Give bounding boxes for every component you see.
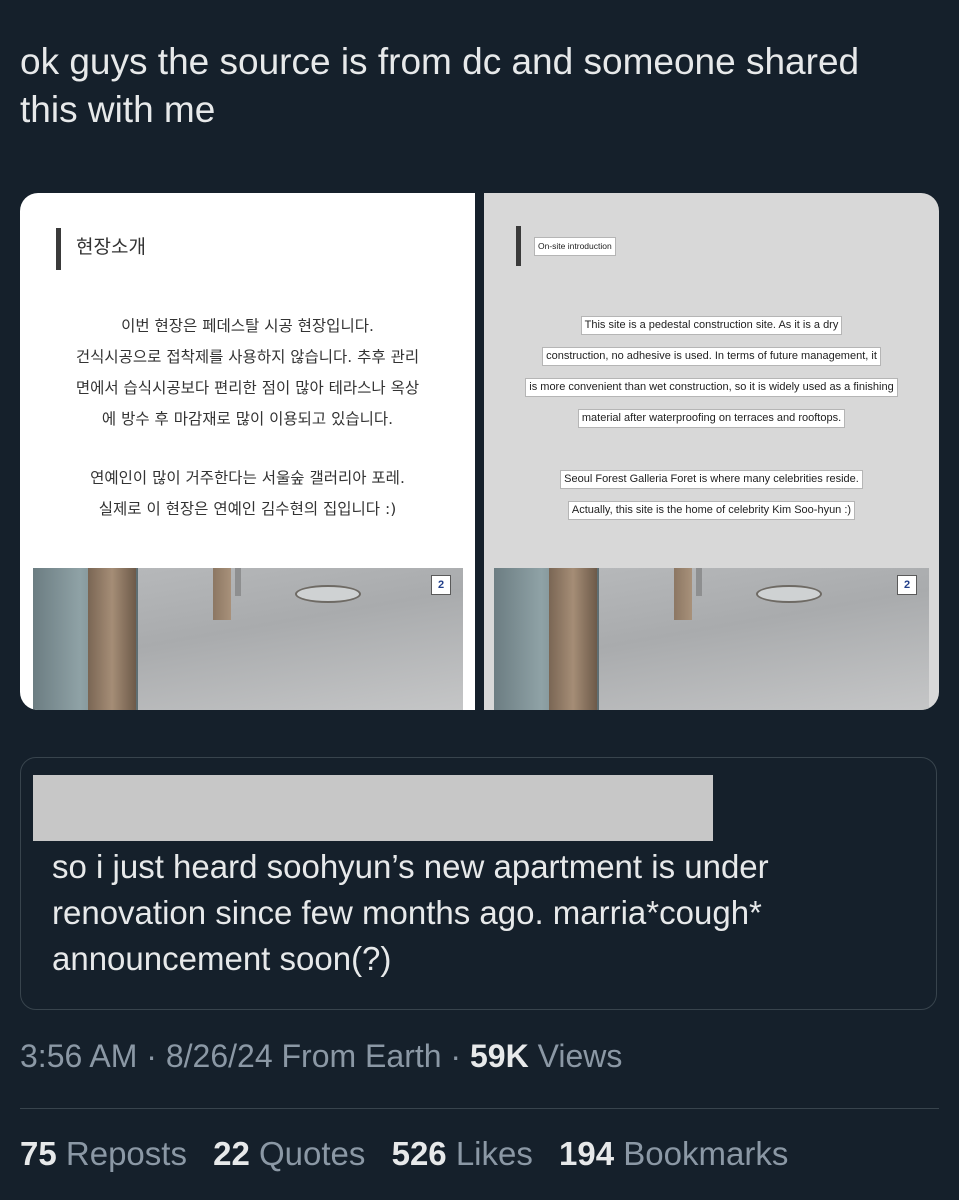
- korean-paragraph-1: 이번 현장은 페데스탈 시공 현장입니다. 건식시공으로 접착제를 사용하지 않…: [40, 311, 455, 435]
- text-line: 건식시공으로 접착제를 사용하지 않습니다. 추후 관리: [75, 348, 420, 366]
- railing-post: [235, 568, 241, 596]
- post-date[interactable]: 8/26/24: [166, 1038, 273, 1074]
- engagement-stats: 75 Reposts 22 Quotes 526 Likes 194 Bookm…: [20, 1135, 805, 1173]
- reposts-link[interactable]: 75 Reposts: [20, 1135, 187, 1172]
- heading-bar: [56, 228, 61, 270]
- text-line: 면에서 습식시공보다 편리한 점이 많아 테라스나 옥상: [75, 379, 420, 397]
- quotes-label: Quotes: [249, 1135, 366, 1172]
- english-paragraph-2: Seoul Forest Galleria Foret is where man…: [494, 464, 929, 526]
- separator: ·: [137, 1038, 166, 1074]
- tweet-media[interactable]: 현장소개 이번 현장은 페데스탈 시공 현장입니다. 건식시공으로 접착제를 사…: [20, 193, 939, 710]
- korean-paragraph-2: 연예인이 많이 거주한다는 서울숲 갤러리아 포레. 실제로 이 현장은 연예인…: [40, 463, 455, 525]
- terrace-photo: 2: [494, 568, 929, 710]
- quoted-post-card[interactable]: so i just heard soohyun’s new apartment …: [20, 757, 937, 1010]
- text-line: 실제로 이 현장은 연예인 김수현의 집입니다 :): [98, 500, 397, 518]
- page-number-badge: 2: [431, 575, 451, 595]
- quotes-link[interactable]: 22 Quotes: [213, 1135, 365, 1172]
- post-metadata: 3:56 AM · 8/26/24 From Earth · 59K Views: [20, 1038, 622, 1075]
- reposts-count: 75: [20, 1135, 57, 1172]
- text-line: 이번 현장은 페데스탈 시공 현장입니다.: [121, 317, 374, 335]
- views-label[interactable]: Views: [529, 1038, 623, 1074]
- tweet-text: ok guys the source is from dc and someon…: [20, 41, 860, 130]
- likes-link[interactable]: 526 Likes: [392, 1135, 533, 1172]
- korean-heading: 현장소개: [76, 236, 146, 258]
- english-paragraph-1: This site is a pedestal construction sit…: [494, 310, 929, 434]
- divider: [20, 1108, 939, 1109]
- korean-screenshot-image[interactable]: 현장소개 이번 현장은 페데스탈 시공 현장입니다. 건식시공으로 접착제를 사…: [20, 193, 475, 710]
- text-line: construction, no adhesive is used. In te…: [542, 347, 881, 366]
- redacted-header: [33, 775, 713, 841]
- pillar: [213, 568, 231, 620]
- door-frame: [88, 568, 136, 710]
- english-heading: On-site introduction: [534, 237, 616, 256]
- text-line: Actually, this site is the home of celeb…: [567, 501, 856, 520]
- views-count[interactable]: 59K: [470, 1038, 529, 1074]
- text-line: is more convenient than wet construction…: [525, 378, 898, 397]
- heading-bar: [516, 226, 521, 266]
- post-source: From Earth: [272, 1038, 442, 1074]
- railing-post: [696, 568, 702, 596]
- post-time[interactable]: 3:56 AM: [20, 1038, 137, 1074]
- text-line: 에 방수 후 마감재로 많이 이용되고 있습니다.: [101, 410, 394, 428]
- bookmarks-label: Bookmarks: [614, 1135, 789, 1172]
- text-line: This site is a pedestal construction sit…: [580, 316, 843, 335]
- quotes-count: 22: [213, 1135, 250, 1172]
- quoted-post-text: so i just heard soohyun’s new apartment …: [52, 848, 769, 977]
- likes-label: Likes: [446, 1135, 533, 1172]
- pillar: [674, 568, 692, 620]
- text-line: Seoul Forest Galleria Foret is where man…: [560, 470, 863, 489]
- door-frame: [549, 568, 597, 710]
- reposts-label: Reposts: [56, 1135, 187, 1172]
- text-line: material after waterproofing on terraces…: [577, 409, 846, 428]
- likes-count: 526: [391, 1135, 447, 1172]
- text-line: 연예인이 많이 거주한다는 서울숲 갤러리아 포레.: [90, 469, 405, 487]
- floor-debris: [295, 585, 361, 603]
- bookmarks-count: 194: [559, 1135, 615, 1172]
- separator: ·: [441, 1038, 470, 1074]
- terrace-photo: 2: [33, 568, 463, 710]
- floor-debris: [756, 585, 822, 603]
- page-number-badge: 2: [897, 575, 917, 595]
- bookmarks-link[interactable]: 194 Bookmarks: [559, 1135, 788, 1172]
- media-divider: [475, 193, 484, 710]
- english-translation-image[interactable]: On-site introduction This site is a pede…: [484, 193, 939, 710]
